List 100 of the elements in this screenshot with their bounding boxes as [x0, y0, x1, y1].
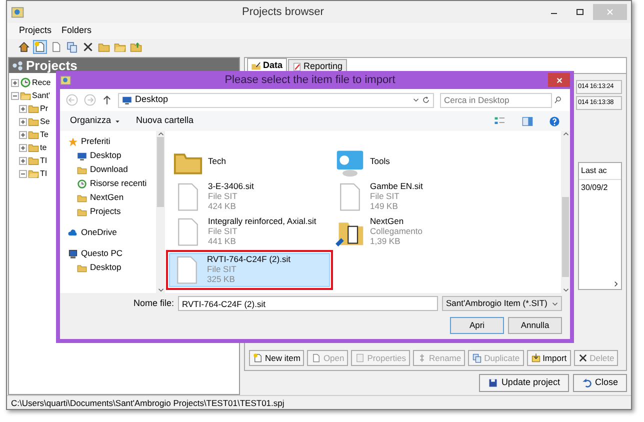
file-path: C:\Users\quarti\Documents\Sant'Ambrogio Projects\TEST01\TEST01.spj	[11, 397, 284, 408]
nav-item[interactable]: Desktop	[68, 261, 156, 274]
folder-icon	[28, 168, 39, 179]
folder-icon	[98, 41, 110, 53]
nav-item[interactable]: Projects	[68, 205, 156, 218]
file-type-dropdown[interactable]: Sant'Ambrogio Item (*.SIT)	[442, 296, 562, 311]
confirm-button[interactable]: Apri	[450, 317, 504, 334]
new-document-icon	[34, 41, 46, 53]
dialog-title: Please select the item file to import	[224, 72, 396, 88]
folder-icon	[130, 41, 142, 53]
menu-item[interactable]: Projects	[19, 24, 52, 38]
toolbar-button[interactable]	[33, 40, 47, 54]
tree-item[interactable]: Sant'	[32, 90, 50, 102]
folder-icon	[77, 164, 87, 174]
file-item[interactable]: Gambe EN.sit File SIT 149 KB	[333, 180, 495, 214]
folder-icon	[28, 129, 39, 140]
expand-icon[interactable]	[19, 144, 27, 152]
folder-icon	[28, 103, 39, 114]
nav-item[interactable]: Risorse recenti	[68, 177, 156, 190]
tree-item[interactable]: TI	[40, 168, 48, 180]
expand-icon[interactable]	[19, 118, 27, 126]
folder-icon	[20, 90, 31, 101]
help-icon[interactable]	[549, 116, 560, 126]
undo-arrow-icon	[582, 378, 592, 388]
toolbar-command[interactable]: Nuova cartella	[136, 114, 194, 128]
expand-icon[interactable]	[19, 156, 27, 164]
scroll-down-icon	[562, 287, 568, 293]
folder-icon	[28, 155, 39, 166]
view-options-icon[interactable]	[494, 115, 506, 127]
toolbar-command[interactable]: Organizza	[70, 114, 120, 128]
monitor-icon	[122, 95, 132, 105]
refresh-icon	[422, 96, 430, 104]
document-icon	[311, 353, 322, 363]
preview-pane-icon[interactable]	[522, 116, 533, 126]
close-button[interactable]: Close	[572, 374, 627, 392]
table-cell-text: 30/09/2	[580, 182, 609, 194]
folder-icon	[28, 142, 39, 153]
scrollbar[interactable]	[156, 131, 165, 293]
item-button[interactable]: New item	[249, 350, 304, 366]
scrollbar[interactable]	[561, 131, 570, 293]
app-logo-icon	[60, 74, 72, 86]
caret-icon	[413, 97, 419, 103]
file-item[interactable]: RVTI-764-C24F (2).sit File SIT 325 KB	[169, 253, 330, 287]
house-icon	[18, 41, 30, 53]
cancel-button[interactable]: Annulla	[508, 317, 562, 334]
nav-item[interactable]: Download	[68, 163, 156, 176]
address-bar[interactable]: Desktop	[118, 92, 434, 108]
copy-icon	[472, 353, 482, 363]
clock-icon	[20, 77, 31, 88]
item-button[interactable]: Import	[526, 350, 571, 366]
tree-item[interactable]: Te	[40, 128, 48, 140]
menu-item[interactable]: Folders	[62, 24, 92, 38]
file-item[interactable]: 3-E-3406.sit File SIT 424 KB	[171, 180, 333, 214]
file-item[interactable]: Tech	[171, 145, 333, 179]
nav-item[interactable]: Desktop	[68, 149, 156, 162]
toolbar-button[interactable]	[17, 40, 31, 54]
clock-icon	[77, 178, 87, 188]
panel-title: Projects	[26, 56, 78, 75]
update-button[interactable]: Update project	[479, 374, 569, 392]
copy-icon	[66, 41, 78, 53]
file-item[interactable]: Tools	[333, 145, 495, 179]
star-icon	[68, 136, 78, 146]
caret-icon	[552, 300, 558, 306]
file-item[interactable]: NextGen Collegamento 1,39 KB	[333, 215, 495, 249]
scroll-up-icon	[562, 131, 568, 137]
caret-icon	[115, 118, 120, 124]
collapse-icon[interactable]	[11, 92, 19, 100]
nav-item[interactable]: Questo PC	[68, 247, 156, 260]
toolbar-button[interactable]	[81, 40, 95, 54]
monitor-icon	[77, 150, 87, 160]
file-name-field[interactable]: RVTI-764-C24F (2).sit	[178, 296, 438, 311]
network-icon	[12, 60, 23, 71]
scroll-up-icon	[158, 131, 164, 137]
scroll-right-icon	[613, 281, 619, 287]
tree-item[interactable]: TI	[40, 154, 48, 166]
file-item[interactable]: Integrally reinforced, Axial.sit File SIT 441 KB	[171, 215, 333, 249]
nav-item[interactable]: Preferiti	[68, 135, 156, 148]
import-icon	[530, 353, 541, 363]
tree-item[interactable]: te	[40, 142, 47, 154]
tree-item[interactable]: Pr	[40, 102, 48, 114]
nav-item[interactable]: OneDrive	[68, 226, 156, 239]
folder-pencil-icon	[251, 61, 261, 71]
search-icon	[554, 96, 562, 104]
nav-item[interactable]: NextGen	[68, 191, 156, 204]
maximize-icon	[576, 8, 584, 16]
search-field[interactable]: Cerca in Desktop	[440, 92, 552, 108]
tree-item[interactable]: Se	[40, 116, 50, 128]
scroll-down-icon	[158, 287, 164, 293]
cloud-icon	[68, 228, 78, 238]
close-button[interactable]	[548, 73, 570, 87]
up-arrow-icon	[102, 95, 112, 105]
tree-item[interactable]: Rece	[32, 76, 51, 88]
properties-icon	[355, 353, 366, 363]
expand-icon[interactable]	[19, 104, 27, 112]
document-icon	[50, 41, 62, 53]
computer-icon	[68, 248, 78, 258]
collapse-icon[interactable]	[19, 170, 27, 178]
expand-icon[interactable]	[19, 130, 27, 138]
new-document-icon	[253, 353, 263, 363]
expand-icon[interactable]	[11, 78, 19, 86]
